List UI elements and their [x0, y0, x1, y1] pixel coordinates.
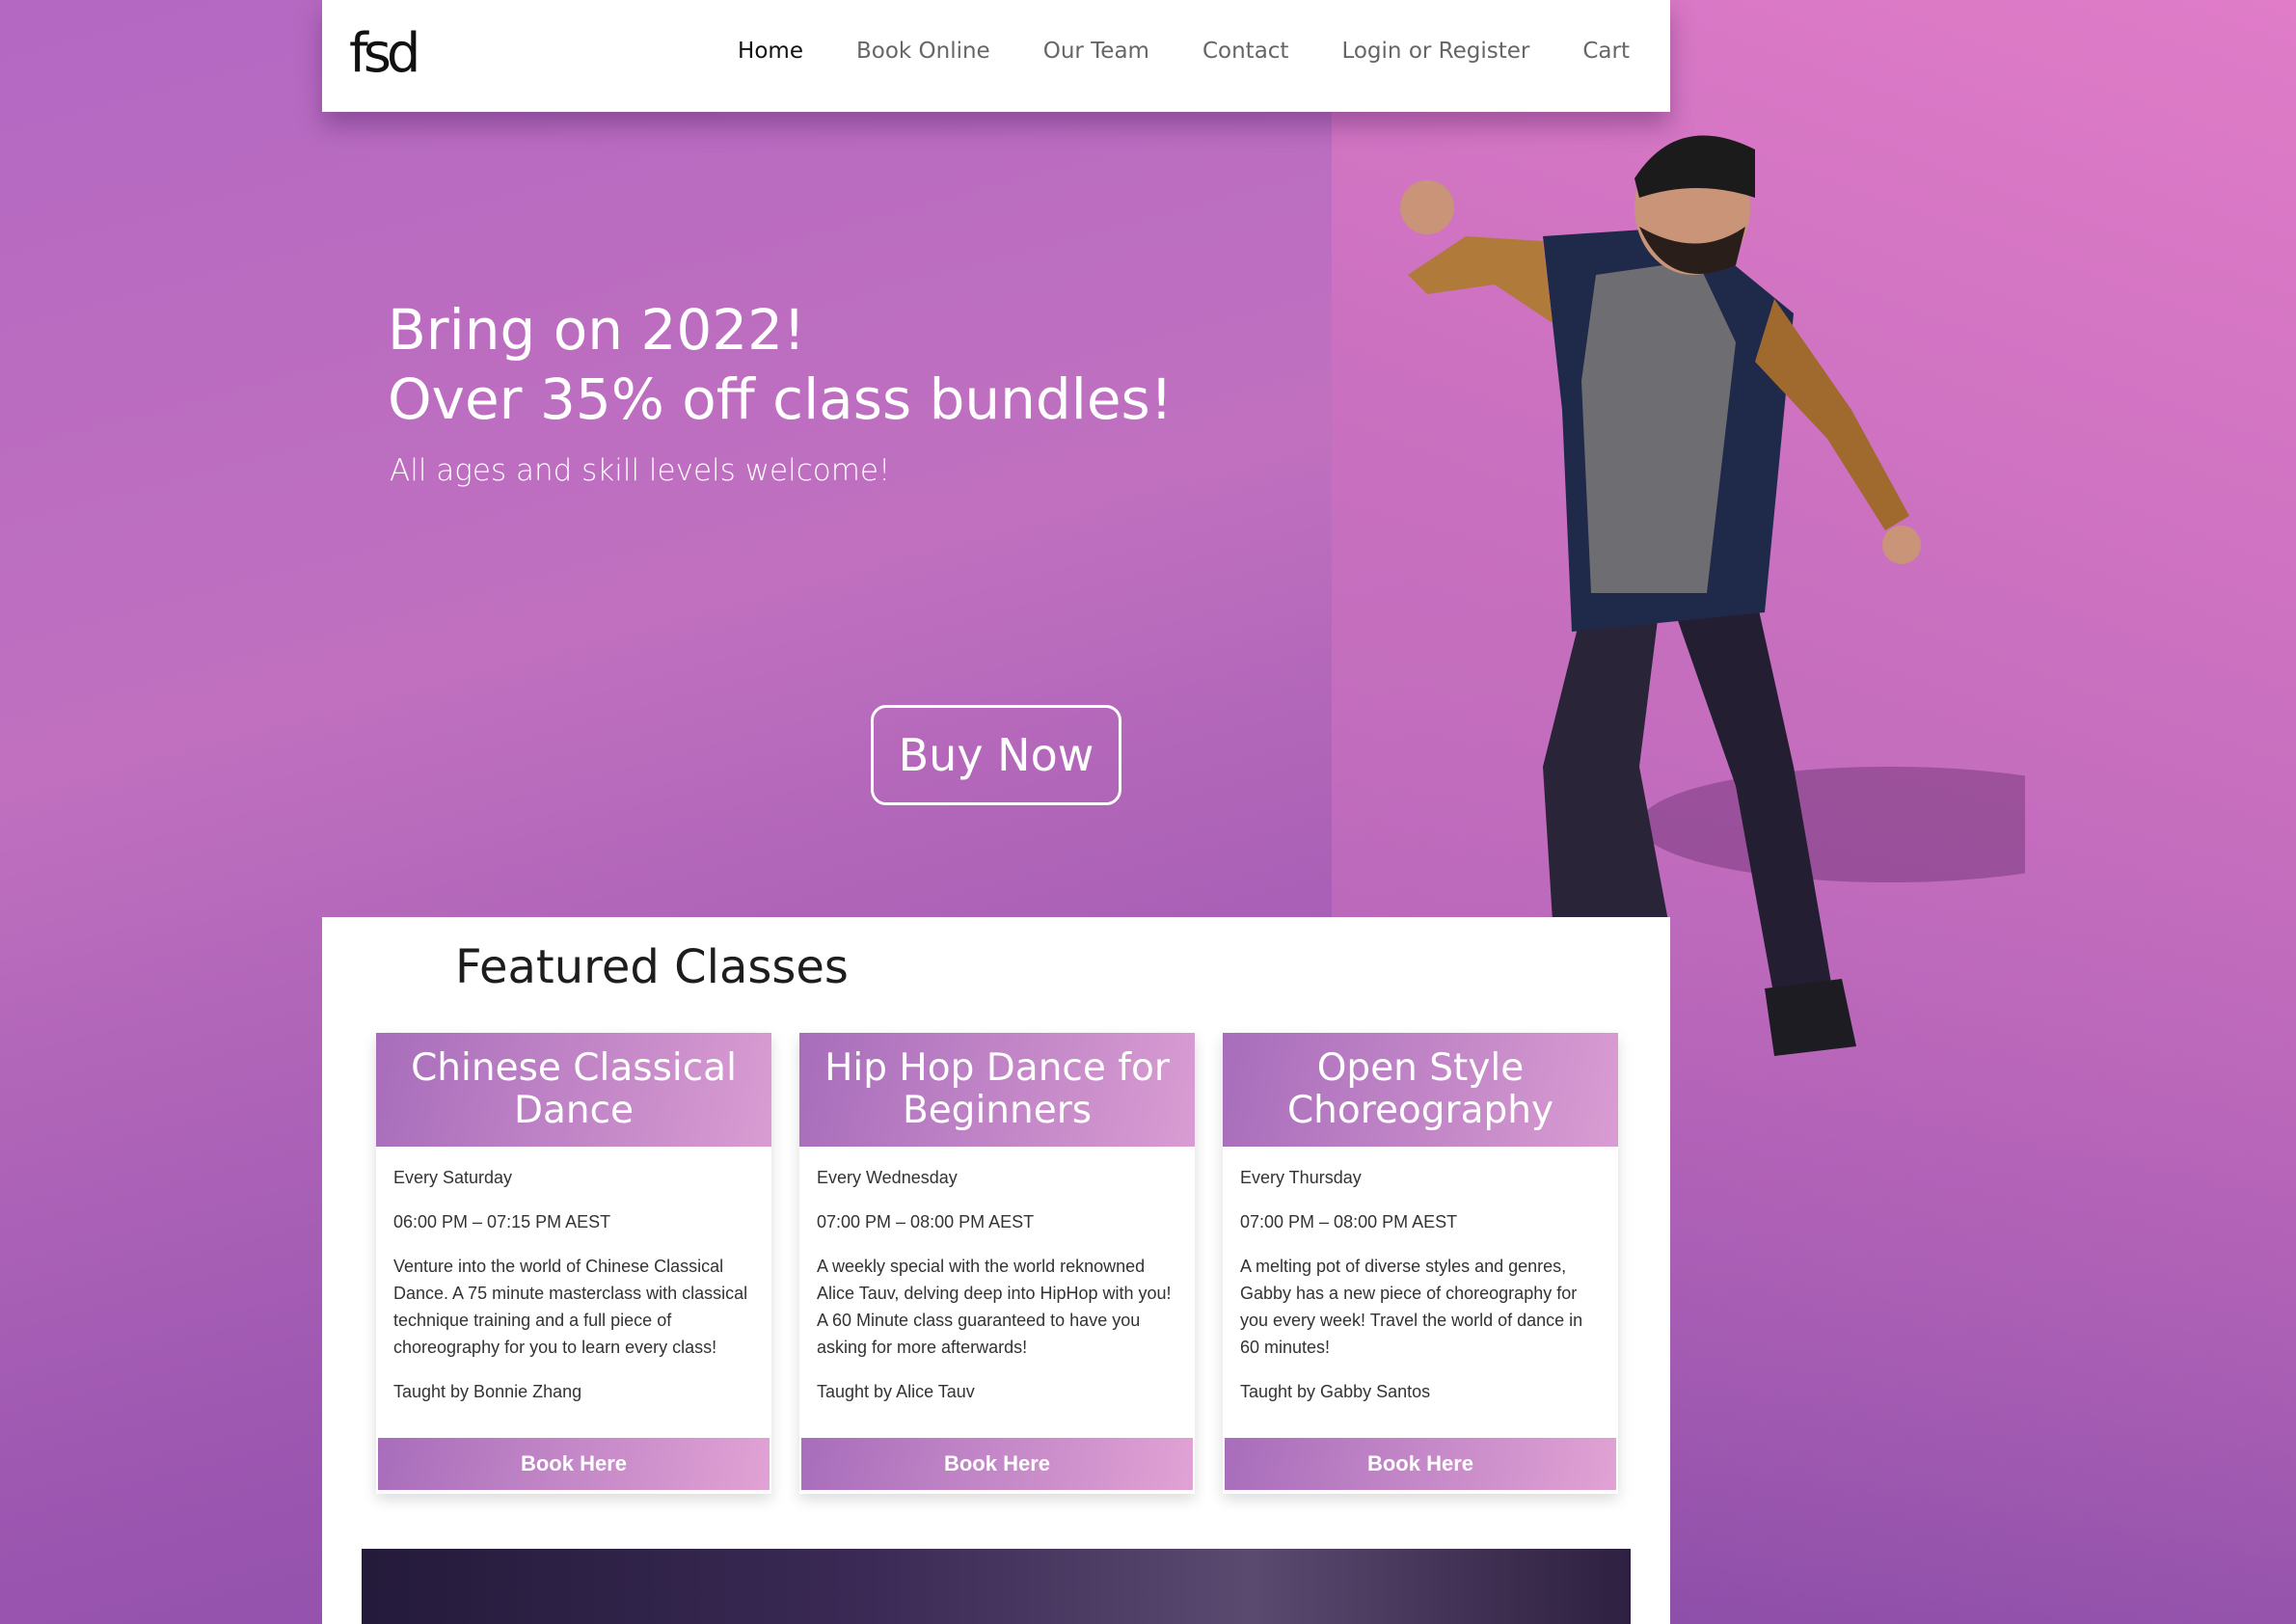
class-card-title: Open Style Choreography — [1223, 1033, 1618, 1147]
book-here-button[interactable]: Book Here — [801, 1438, 1193, 1490]
class-description: A weekly special with the world reknowne… — [817, 1257, 1172, 1357]
class-card-title: Chinese Classical Dance — [376, 1033, 771, 1147]
class-time: 06:00 PM – 07:15 PM AEST — [393, 1212, 611, 1232]
hero-subtitle: All ages and skill levels welcome! — [390, 453, 891, 488]
buy-now-button[interactable]: Buy Now — [871, 705, 1121, 805]
class-card-body: Every Saturday 06:00 PM – 07:15 PM AEST … — [376, 1147, 771, 1405]
nav-login-register[interactable]: Login or Register — [1341, 39, 1529, 64]
nav-home[interactable]: Home — [738, 39, 803, 64]
class-description: Venture into the world of Chinese Classi… — [393, 1257, 748, 1357]
nav-contact[interactable]: Contact — [1202, 39, 1288, 64]
site-logo[interactable]: fsd — [349, 25, 420, 83]
class-card-title: Hip Hop Dance for Beginners — [799, 1033, 1195, 1147]
class-time: 07:00 PM – 08:00 PM AEST — [1240, 1212, 1458, 1232]
class-day: Every Wednesday — [817, 1168, 958, 1187]
class-card-body: Every Thursday 07:00 PM – 08:00 PM AEST … — [1223, 1147, 1618, 1405]
book-here-button[interactable]: Book Here — [1225, 1438, 1616, 1490]
class-description: A melting pot of diverse styles and genr… — [1240, 1257, 1583, 1357]
featured-title: Featured Classes — [455, 940, 849, 994]
class-card-open-style: Open Style Choreography Every Thursday 0… — [1223, 1033, 1618, 1494]
class-teacher: Taught by Bonnie Zhang — [393, 1382, 582, 1401]
class-teacher: Taught by Gabby Santos — [1240, 1382, 1431, 1401]
class-time: 07:00 PM – 08:00 PM AEST — [817, 1212, 1035, 1232]
hero-title-line2: Over 35% off class bundles! — [388, 366, 1174, 432]
class-card-body: Every Wednesday 07:00 PM – 08:00 PM AEST… — [799, 1147, 1195, 1405]
class-card-chinese-classical: Chinese Classical Dance Every Saturday 0… — [376, 1033, 771, 1494]
class-day: Every Saturday — [393, 1168, 513, 1187]
hero-title-line1: Bring on 2022! — [388, 297, 806, 363]
nav-our-team[interactable]: Our Team — [1043, 39, 1149, 64]
nav-cart[interactable]: Cart — [1582, 39, 1630, 64]
featured-panel: Featured Classes Chinese Classical Dance… — [322, 917, 1670, 1624]
class-teacher: Taught by Alice Tauv — [817, 1382, 975, 1401]
hero-title: Bring on 2022! Over 35% off class bundle… — [388, 295, 1173, 434]
class-day: Every Thursday — [1240, 1168, 1362, 1187]
main-nav: Home Book Online Our Team Contact Login … — [738, 39, 1630, 64]
nav-book-online[interactable]: Book Online — [856, 39, 990, 64]
class-card-hip-hop: Hip Hop Dance for Beginners Every Wednes… — [799, 1033, 1195, 1494]
book-here-button[interactable]: Book Here — [378, 1438, 770, 1490]
gallery-image — [362, 1549, 1631, 1624]
